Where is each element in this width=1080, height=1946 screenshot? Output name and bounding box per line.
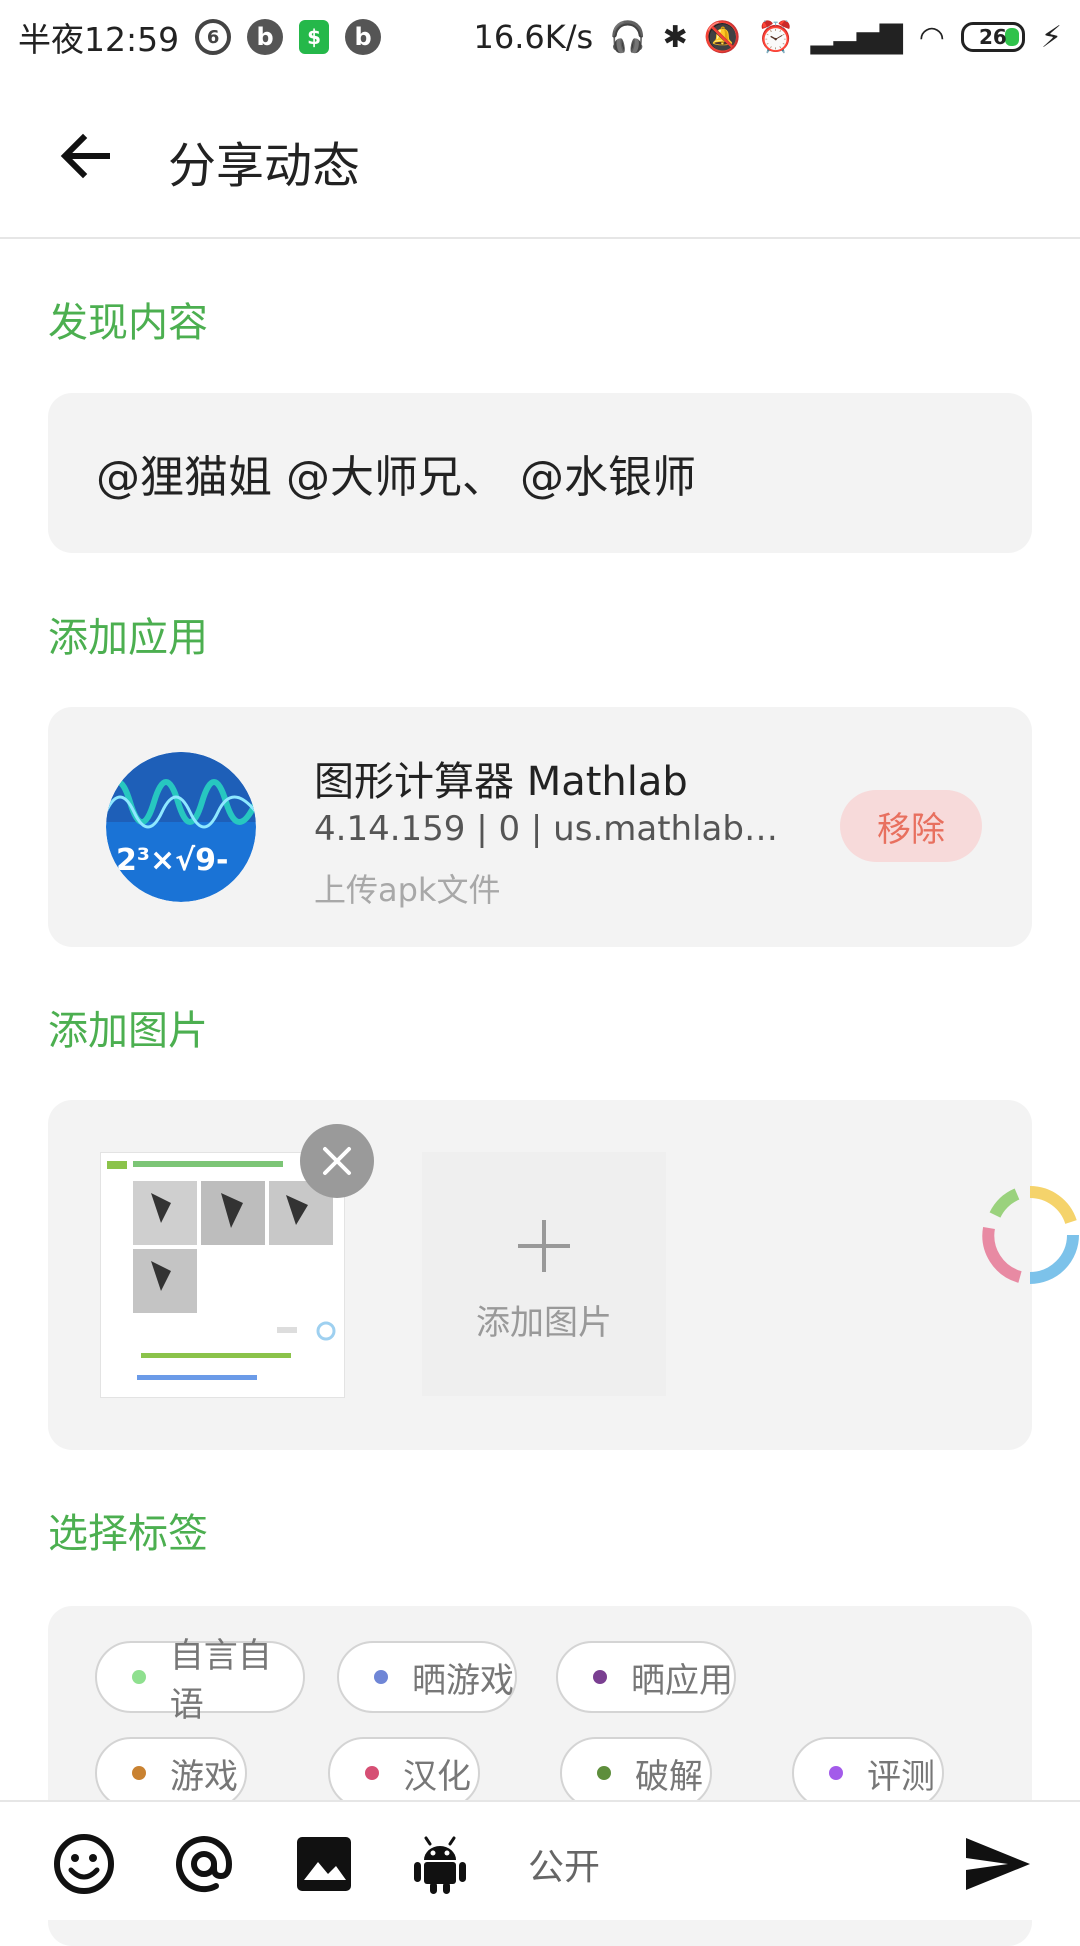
tag-chip[interactable]: 评测 bbox=[792, 1737, 944, 1809]
tag-label: 晒游戏 bbox=[412, 1660, 514, 1701]
image-thumbnail[interactable] bbox=[100, 1152, 345, 1398]
back-arrow-icon[interactable] bbox=[55, 126, 115, 186]
android-icon[interactable] bbox=[408, 1832, 472, 1896]
tags-section-title: 选择标签 bbox=[48, 1511, 208, 1557]
bilibili-icon: b bbox=[247, 19, 284, 55]
tag-label: 评测 bbox=[867, 1756, 935, 1797]
image-icon[interactable] bbox=[292, 1832, 356, 1896]
add-image-button[interactable]: 添加图片 bbox=[422, 1152, 666, 1396]
tag-label: 汉化 bbox=[403, 1756, 471, 1797]
image-card: 添加图片 bbox=[48, 1100, 1032, 1450]
tag-dot bbox=[597, 1766, 611, 1780]
tag-label: 游戏 bbox=[170, 1756, 238, 1797]
privacy-selector[interactable]: 公开 bbox=[528, 1838, 600, 1890]
discover-section-title: 发现内容 bbox=[48, 300, 208, 346]
network-speed: 16.6K/s bbox=[473, 18, 594, 56]
status-bar: 半夜12:59 6 b $ b 16.6K/s 🎧 ✱ 🔕 ⏰ ▂▃▅▇ ◠ 2… bbox=[0, 0, 1080, 74]
remove-app-button[interactable]: 移除 bbox=[840, 790, 982, 862]
mute-icon: 🔕 bbox=[703, 19, 742, 55]
mention-icon[interactable] bbox=[172, 1832, 236, 1896]
status-time: 半夜12:59 bbox=[18, 20, 180, 59]
tag-label: 破解 bbox=[635, 1756, 703, 1797]
tag-dot bbox=[593, 1670, 607, 1684]
svg-text:2³×√9-: 2³×√9- bbox=[116, 843, 229, 878]
tag-chip[interactable]: 晒游戏 bbox=[337, 1641, 517, 1713]
loading-spinner-icon bbox=[982, 1186, 1079, 1284]
tag-dot bbox=[132, 1670, 146, 1684]
bilibili-icon-2: b bbox=[345, 19, 382, 55]
tag-chip[interactable]: 自言自语 bbox=[95, 1636, 305, 1725]
mentions-text: @狸猫姐 @大师兄、 @水银师 bbox=[96, 452, 696, 503]
headphones-icon: 🎧 bbox=[609, 19, 647, 55]
bluetooth-icon: ✱ bbox=[662, 19, 688, 55]
page-title: 分享动态 bbox=[168, 138, 361, 194]
battery-icon: 26 bbox=[960, 22, 1025, 52]
tag-chip[interactable]: 游戏 bbox=[95, 1737, 247, 1809]
tag-dot bbox=[132, 1766, 146, 1780]
mentions-input[interactable]: @狸猫姐 @大师兄、 @水银师 bbox=[48, 393, 1032, 553]
alarm-icon: ⏰ bbox=[757, 19, 795, 55]
plus-icon bbox=[516, 1205, 572, 1285]
battery-level: 26 bbox=[979, 25, 1007, 49]
netease-music-icon: 6 bbox=[195, 19, 232, 55]
tag-chip[interactable]: 晒应用 bbox=[556, 1641, 736, 1713]
app-card: 2³×√9- 图形计算器 Mathlab 4.14.159 | 0 | us.m… bbox=[48, 707, 1032, 947]
tag-chip[interactable]: 汉化 bbox=[328, 1737, 480, 1809]
tag-dot bbox=[374, 1670, 388, 1684]
send-icon[interactable] bbox=[964, 1834, 1032, 1894]
signal-icon: ▂▃▅▇ bbox=[810, 19, 903, 55]
emoji-icon[interactable] bbox=[52, 1832, 116, 1896]
add-image-label: 添加图片 bbox=[476, 1302, 612, 1343]
shop-bag-icon: $ bbox=[299, 20, 330, 54]
app-header: 分享动态 bbox=[0, 74, 1080, 239]
add-image-section-title: 添加图片 bbox=[48, 1008, 208, 1054]
tag-chip[interactable]: 破解 bbox=[560, 1737, 712, 1809]
upload-apk-link[interactable]: 上传apk文件 bbox=[314, 865, 500, 911]
tag-label: 自言自语 bbox=[169, 1636, 272, 1725]
mathlab-app-icon: 2³×√9- bbox=[106, 752, 256, 902]
charging-icon: ⚡ bbox=[1040, 19, 1062, 55]
tag-label: 晒应用 bbox=[631, 1660, 733, 1701]
tag-dot bbox=[829, 1766, 843, 1780]
app-name: 图形计算器 Mathlab bbox=[314, 759, 688, 805]
close-icon bbox=[323, 1147, 351, 1175]
tag-dot bbox=[365, 1766, 379, 1780]
wifi-icon: ◠ bbox=[918, 19, 945, 55]
app-meta: 4.14.159 | 0 | us.mathlab.android bbox=[314, 809, 784, 849]
add-app-section-title: 添加应用 bbox=[48, 615, 208, 661]
remove-image-button[interactable] bbox=[300, 1124, 374, 1198]
bottom-toolbar: 公开 bbox=[0, 1800, 1080, 1920]
